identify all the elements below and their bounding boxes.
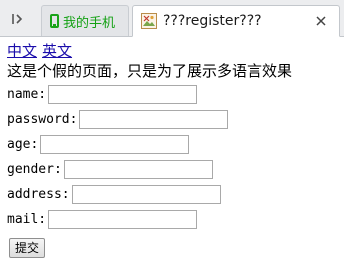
name-label: name: [7,87,47,102]
gender-input[interactable] [63,160,213,179]
tab-my-phone[interactable]: 我的手机 [41,5,129,36]
age-input[interactable] [40,135,190,154]
mail-input[interactable] [48,210,198,229]
lang-link-english[interactable]: 英文 [42,42,72,60]
lang-link-chinese[interactable]: 中文 [7,42,37,60]
page-content: 中文 英文 这是个假的页面，只是为了展示多语言效果 name: password:… [7,41,341,260]
mail-label: mail: [7,212,47,227]
language-links: 中文 英文 [7,41,341,61]
close-tab-icon[interactable] [315,15,327,27]
phone-icon [50,14,59,28]
name-input[interactable] [48,85,198,104]
age-label: age: [7,137,39,152]
sidebar-toggle-button[interactable] [5,8,31,30]
sidebar-toggle-icon [12,14,23,24]
form-row-name: name: [7,82,341,107]
form-row-password: password: [7,107,341,132]
tab-register[interactable]: ???register??? [132,5,340,37]
form-row-mail: mail: [7,207,341,232]
gender-label: gender: [7,162,62,177]
tab-register-label: ???register??? [163,13,262,29]
form-row-age: age: [7,132,341,157]
page-note: 这是个假的页面，只是为了展示多语言效果 [7,62,293,80]
form-row-address: address: [7,182,341,207]
form-row-submit: 提交 [7,235,341,260]
submit-button[interactable]: 提交 [9,237,46,258]
broken-image-icon [141,13,157,29]
address-label: address: [7,187,70,202]
tab-my-phone-label: 我的手机 [63,15,116,31]
password-input[interactable] [79,110,229,129]
tab-bar: 我的手机 ???register??? [0,0,344,37]
address-input[interactable] [71,185,221,204]
form-row-gender: gender: [7,157,341,182]
password-label: password: [7,112,78,127]
